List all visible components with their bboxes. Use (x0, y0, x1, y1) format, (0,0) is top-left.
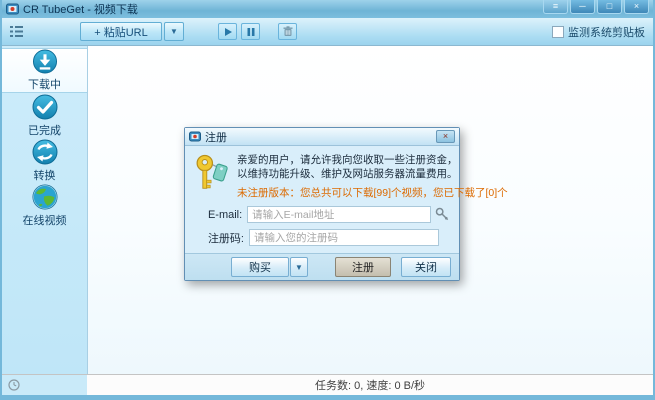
dialog-texts: 亲爱的用户，请允许我向您收取一些注册资金，以维持功能升级、维护及网站服务器流量费… (237, 153, 508, 200)
regcode-row: 注册码: (194, 229, 450, 246)
sidebar-item-label: 下载中 (28, 76, 61, 92)
regcode-field[interactable] (249, 229, 439, 246)
minimize-button[interactable]: ─ (570, 0, 595, 14)
app-window: CR TubeGet - 视频下载 ≡ ─ □ × + 粘贴URL ▼ 监测系统… (0, 0, 655, 400)
close-button[interactable]: × (624, 0, 649, 14)
buy-button[interactable]: 购买 (231, 257, 289, 277)
register-button[interactable]: 注册 (335, 257, 391, 277)
main-panel: 注册 × (87, 46, 653, 374)
regcode-label: 注册码: (194, 230, 244, 246)
sidebar-item-convert[interactable]: 转换 (2, 138, 87, 183)
register-dialog: 注册 × (184, 127, 460, 281)
buy-dropdown-icon[interactable]: ▼ (290, 257, 308, 277)
clipboard-monitor-checkbox[interactable]: 监测系统剪贴板 (552, 24, 645, 40)
unregistered-notice: 未注册版本：您总共可以下载[99]个视频，您已下载了[0]个 (237, 185, 508, 200)
menu-icon[interactable]: ≡ (543, 0, 568, 14)
dialog-info: 亲爱的用户，请允许我向您收取一些注册资金，以维持功能升级、维护及网站服务器流量费… (194, 153, 450, 200)
dialog-button-bar: 购买 ▼ 注册 关闭 (185, 253, 459, 280)
window-controls: ≡ ─ □ × (543, 0, 649, 14)
dialog-app-icon (189, 131, 201, 143)
sidebar: 下载中 已完成 转换 在线视频 (2, 46, 87, 374)
sidebar-item-label: 在线视频 (23, 212, 67, 228)
paste-url-dropdown-icon[interactable]: ▼ (164, 22, 184, 41)
sidebar-item-completed[interactable]: 已完成 (2, 93, 87, 138)
toolbar: + 粘贴URL ▼ 监测系统剪贴板 (2, 18, 653, 46)
sidebar-item-online-video[interactable]: 在线视频 (2, 183, 87, 228)
maximize-button[interactable]: □ (597, 0, 622, 14)
content-area: 下载中 已完成 转换 在线视频 注册 (2, 46, 653, 374)
clock-icon (8, 379, 20, 391)
dialog-body: 亲爱的用户，请允许我向您收取一些注册资金，以维持功能升级、维护及网站服务器流量费… (185, 146, 459, 253)
sidebar-item-label: 已完成 (28, 122, 61, 138)
dialog-close-button[interactable]: 关闭 (401, 257, 451, 277)
statusbar-left (2, 375, 87, 395)
statusbar: 任务数: 0, 速度: 0 B/秒 (2, 374, 653, 395)
globe-icon (32, 184, 58, 210)
download-icon (32, 49, 58, 74)
dialog-close-icon[interactable]: × (436, 130, 455, 143)
key-icon (194, 153, 230, 193)
list-grid-icon (10, 25, 24, 38)
trash-icon[interactable] (278, 23, 297, 40)
titlebar: CR TubeGet - 视频下载 ≡ ─ □ × (2, 0, 653, 18)
dialog-title: 注册 (205, 129, 227, 145)
sidebar-item-label: 转换 (34, 167, 56, 183)
paste-url-group: + 粘贴URL ▼ (80, 22, 184, 41)
app-icon (6, 3, 19, 16)
pause-icon[interactable] (241, 23, 260, 40)
window-title: CR TubeGet - 视频下载 (23, 1, 138, 17)
clipboard-monitor-label: 监测系统剪贴板 (568, 24, 645, 40)
status-text: 任务数: 0, 速度: 0 B/秒 (87, 375, 653, 395)
dialog-message: 亲爱的用户，请允许我向您收取一些注册资金，以维持功能升级、维护及网站服务器流量费… (237, 153, 463, 181)
sidebar-item-downloading[interactable]: 下载中 (2, 48, 87, 93)
email-field[interactable] (247, 206, 430, 223)
checkbox-icon[interactable] (552, 26, 564, 38)
paste-url-button[interactable]: + 粘贴URL (80, 22, 162, 41)
dialog-titlebar[interactable]: 注册 × (185, 128, 459, 146)
fetch-code-key-icon[interactable] (435, 207, 450, 223)
check-icon (32, 94, 58, 120)
email-row: E-mail: (194, 206, 450, 223)
email-label: E-mail: (194, 209, 242, 221)
play-icon[interactable] (218, 23, 237, 40)
convert-icon (32, 139, 58, 165)
